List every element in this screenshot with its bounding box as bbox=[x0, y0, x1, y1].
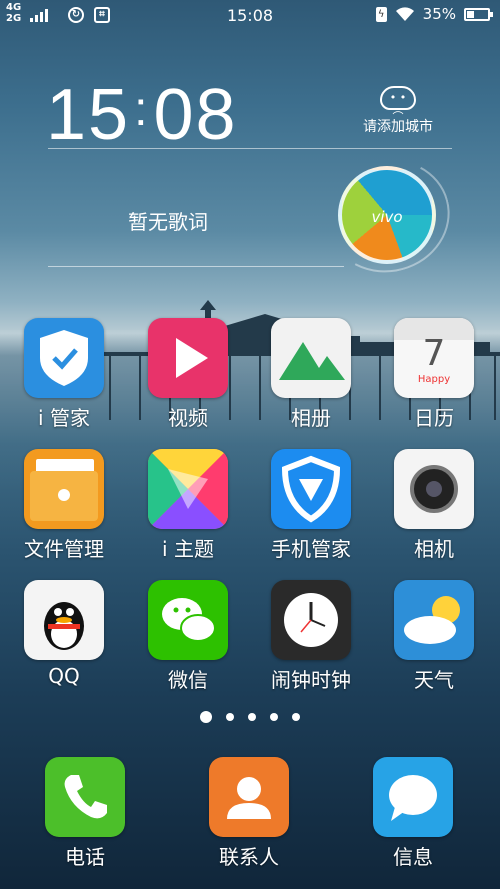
music-divider bbox=[48, 266, 344, 267]
app-shield-check[interactable]: i 管家 bbox=[9, 318, 119, 431]
play-icon bbox=[148, 318, 228, 398]
app-play[interactable]: 视频 bbox=[133, 318, 243, 431]
wifi-icon bbox=[395, 7, 414, 21]
app-weather[interactable]: 天气 bbox=[379, 580, 489, 693]
app-label: i 管家 bbox=[38, 406, 90, 430]
status-bar: 4G 2G ↻ ⌗ 15:08 ϟ 35% bbox=[0, 0, 500, 32]
add-city-label: 请添加城市 bbox=[363, 119, 433, 135]
calendar-subtitle: Happy bbox=[417, 374, 451, 385]
app-label: 相机 bbox=[414, 537, 454, 561]
app-label: 文件管理 bbox=[24, 537, 104, 561]
app-label: 视频 bbox=[168, 406, 208, 430]
app-camera[interactable]: 相机 bbox=[379, 449, 489, 562]
weather-icon bbox=[394, 580, 474, 660]
page-dot[interactable] bbox=[292, 713, 300, 721]
dock-contact[interactable]: 联系人 bbox=[194, 757, 304, 870]
app-clock[interactable]: 闹钟时钟 bbox=[256, 580, 366, 693]
shield-check-icon bbox=[24, 318, 104, 398]
app-tencent-shield[interactable]: 手机管家 bbox=[256, 449, 366, 562]
disc-brand: vivo bbox=[371, 208, 403, 226]
message-icon bbox=[373, 757, 453, 837]
dock-label: 联系人 bbox=[219, 845, 279, 869]
camera-icon bbox=[394, 449, 474, 529]
wechat-icon bbox=[148, 580, 228, 660]
app-penguin[interactable]: QQ bbox=[9, 580, 119, 688]
clock-icon bbox=[271, 580, 351, 660]
clock-hours: 15 bbox=[46, 75, 131, 155]
cloud-icon: • • ︵ bbox=[380, 86, 416, 116]
calendar-day: 7 bbox=[422, 333, 446, 374]
page-dot[interactable] bbox=[226, 713, 234, 721]
page-indicator[interactable] bbox=[0, 711, 500, 723]
app-mountain[interactable]: 相册 bbox=[256, 318, 366, 431]
page-dot[interactable] bbox=[270, 713, 278, 721]
weather-widget[interactable]: • • ︵ 请添加城市 bbox=[350, 86, 446, 136]
mountain-icon bbox=[271, 318, 351, 398]
charging-icon: ϟ bbox=[375, 6, 387, 22]
phone-icon bbox=[45, 757, 125, 837]
app-label: 天气 bbox=[414, 668, 454, 692]
dock-message[interactable]: 信息 bbox=[358, 757, 468, 870]
widget-divider bbox=[48, 148, 452, 149]
app-label: 微信 bbox=[168, 668, 208, 692]
page-dot[interactable] bbox=[248, 713, 256, 721]
app-folder[interactable]: 文件管理 bbox=[9, 449, 119, 562]
page-dot[interactable] bbox=[200, 711, 212, 723]
dock-phone[interactable]: 电话 bbox=[30, 757, 140, 870]
clock-widget[interactable]: 15:08 bbox=[46, 74, 238, 151]
app-calendar[interactable]: 7 Happy 日历 bbox=[379, 318, 489, 431]
calendar-icon: 7 Happy bbox=[394, 318, 474, 398]
clock-separator: : bbox=[134, 83, 150, 136]
app-label: 闹钟时钟 bbox=[271, 668, 351, 692]
battery-icon bbox=[464, 7, 493, 21]
app-label: 手机管家 bbox=[271, 537, 351, 561]
app-label: QQ bbox=[48, 664, 80, 688]
clock-minutes: 08 bbox=[153, 75, 238, 155]
contact-icon bbox=[209, 757, 289, 837]
app-label: 日历 bbox=[414, 406, 454, 430]
penguin-icon bbox=[24, 580, 104, 660]
app-label: 相册 bbox=[291, 406, 331, 430]
app-theme[interactable]: i 主题 bbox=[133, 449, 243, 562]
app-label: i 主题 bbox=[162, 537, 214, 561]
dock-label: 信息 bbox=[393, 845, 433, 869]
theme-icon bbox=[148, 449, 228, 529]
battery-percent: 35% bbox=[422, 5, 456, 23]
tencent-shield-icon bbox=[271, 449, 351, 529]
folder-icon bbox=[24, 449, 104, 529]
app-wechat[interactable]: 微信 bbox=[133, 580, 243, 693]
lyrics-text[interactable]: 暂无歌词 bbox=[128, 206, 208, 235]
dock-label: 电话 bbox=[65, 845, 105, 869]
music-disc[interactable]: vivo bbox=[338, 166, 436, 264]
